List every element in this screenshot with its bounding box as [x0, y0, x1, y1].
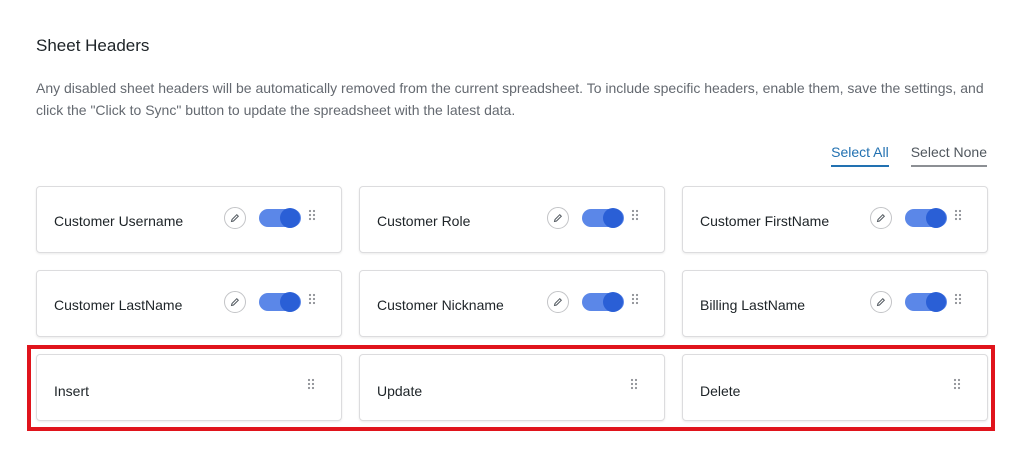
action-label: Delete	[700, 383, 741, 399]
edit-header-button[interactable]	[547, 207, 569, 229]
toggle-knob	[280, 208, 300, 228]
drag-handle-icon[interactable]	[631, 209, 639, 221]
drag-handle-icon[interactable]	[954, 293, 962, 305]
header-toggle[interactable]	[582, 208, 624, 228]
header-label: Customer Username	[54, 213, 184, 229]
action-card-update: Update	[359, 354, 665, 421]
drag-handle-icon[interactable]	[954, 209, 962, 221]
drag-handle-icon[interactable]	[630, 378, 638, 390]
section-description: Any disabled sheet headers will be autom…	[36, 80, 984, 118]
select-none-link[interactable]: Select None	[910, 144, 987, 167]
pencil-icon	[553, 297, 563, 307]
action-label: Update	[377, 383, 423, 399]
header-card-customer-firstname: Customer FirstName	[682, 186, 988, 253]
drag-handle-icon[interactable]	[631, 293, 639, 305]
toggle-knob	[926, 208, 946, 228]
drag-handle-icon[interactable]	[307, 378, 315, 390]
select-links: Select All Select None	[831, 144, 987, 167]
action-card-delete: Delete	[682, 354, 988, 421]
action-label: Insert	[54, 383, 90, 399]
edit-header-button[interactable]	[870, 207, 892, 229]
edit-header-button[interactable]	[224, 207, 246, 229]
toggle-knob	[926, 292, 946, 312]
edit-header-button[interactable]	[547, 291, 569, 313]
action-card-insert: Insert	[36, 354, 342, 421]
header-toggle[interactable]	[582, 292, 624, 312]
toggle-knob	[603, 292, 623, 312]
header-grid: Customer Username Customer Role Customer…	[36, 186, 988, 421]
header-toggle[interactable]	[259, 292, 301, 312]
edit-header-button[interactable]	[870, 291, 892, 313]
header-label: Customer FirstName	[700, 213, 830, 229]
pencil-icon	[876, 297, 886, 307]
toggle-knob	[603, 208, 623, 228]
page-title: Sheet Headers	[36, 36, 150, 55]
drag-handle-icon[interactable]	[308, 293, 316, 305]
pencil-icon	[876, 213, 886, 223]
drag-handle-icon[interactable]	[953, 378, 961, 390]
header-card-customer-username: Customer Username	[36, 186, 342, 253]
pencil-icon	[230, 213, 240, 223]
header-label: Customer Role	[377, 213, 471, 229]
header-card-customer-lastname: Customer LastName	[36, 270, 342, 337]
header-toggle[interactable]	[905, 292, 947, 312]
pencil-icon	[553, 213, 563, 223]
header-label: Customer Nickname	[377, 297, 504, 313]
pencil-icon	[230, 297, 240, 307]
header-toggle[interactable]	[905, 208, 947, 228]
drag-handle-icon[interactable]	[308, 209, 316, 221]
select-all-link[interactable]: Select All	[831, 144, 889, 167]
header-label: Customer LastName	[54, 297, 183, 313]
header-card-customer-nickname: Customer Nickname	[359, 270, 665, 337]
toggle-knob	[280, 292, 300, 312]
edit-header-button[interactable]	[224, 291, 246, 313]
header-toggle[interactable]	[259, 208, 301, 228]
header-card-billing-lastname: Billing LastName	[682, 270, 988, 337]
header-card-customer-role: Customer Role	[359, 186, 665, 253]
header-label: Billing LastName	[700, 297, 806, 313]
